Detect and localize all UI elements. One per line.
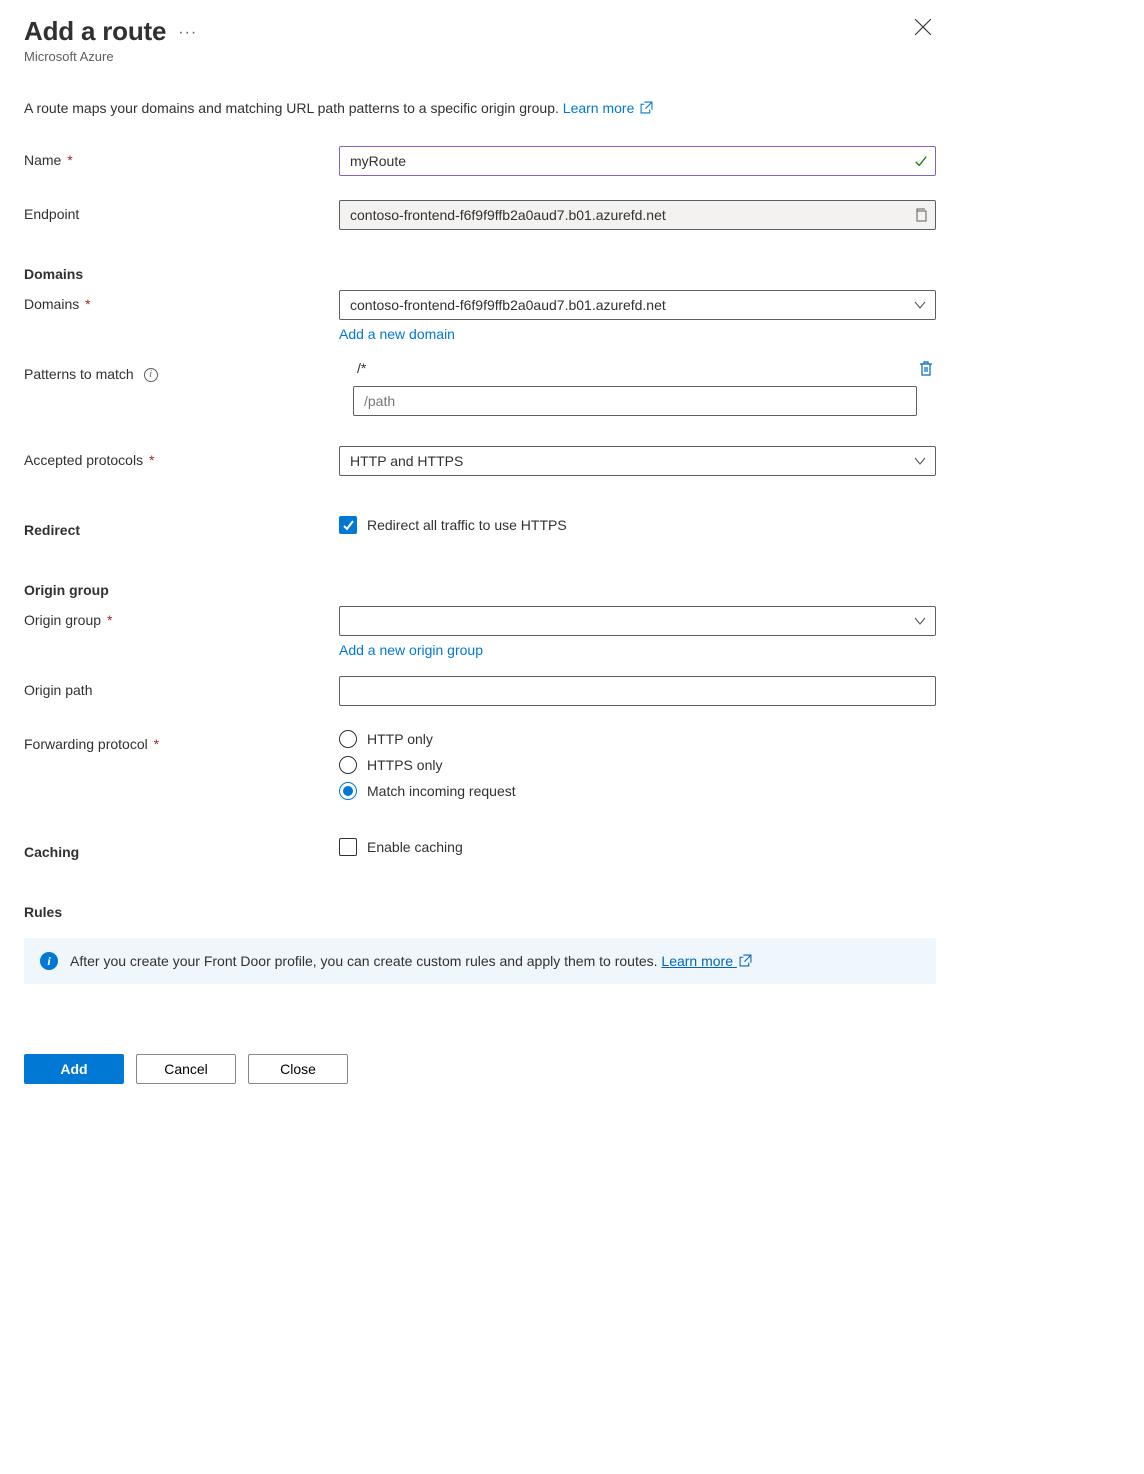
- origin-group-select[interactable]: [339, 606, 936, 636]
- forwarding-protocol-label: Forwarding protocol *: [24, 730, 339, 752]
- chevron-down-icon: [914, 615, 926, 627]
- redirect-label: Redirect: [24, 516, 339, 538]
- endpoint-value: contoso-frontend-f6f9f9ffb2a0aud7.b01.az…: [339, 200, 936, 230]
- external-link-icon: [739, 954, 752, 967]
- close-button[interactable]: Close: [248, 1054, 348, 1084]
- redirect-checkbox-label: Redirect all traffic to use HTTPS: [367, 517, 567, 533]
- page-title: Add a route: [24, 16, 166, 47]
- forwarding-https-radio[interactable]: [339, 756, 357, 774]
- intro-text: A route maps your domains and matching U…: [24, 100, 936, 116]
- name-label: Name *: [24, 146, 339, 168]
- forwarding-http-radio[interactable]: [339, 730, 357, 748]
- delete-icon[interactable]: [918, 360, 934, 376]
- cancel-button[interactable]: Cancel: [136, 1054, 236, 1084]
- origin-group-label: Origin group *: [24, 606, 339, 628]
- close-icon[interactable]: [914, 18, 932, 36]
- accepted-protocols-select[interactable]: HTTP and HTTPS: [339, 446, 936, 476]
- domains-label: Domains *: [24, 290, 339, 312]
- forwarding-http-label: HTTP only: [367, 731, 433, 747]
- caching-checkbox[interactable]: [339, 838, 357, 856]
- rules-section-header: Rules: [24, 904, 936, 920]
- forwarding-https-label: HTTPS only: [367, 757, 442, 773]
- add-domain-link[interactable]: Add a new domain: [339, 326, 455, 342]
- domains-section-header: Domains: [24, 266, 936, 282]
- chevron-down-icon: [914, 455, 926, 467]
- rules-learn-more-link[interactable]: Learn more: [661, 953, 751, 969]
- learn-more-link[interactable]: Learn more: [563, 100, 653, 116]
- origin-path-input[interactable]: [339, 676, 936, 706]
- patterns-label: Patterns to match i: [24, 360, 339, 382]
- origin-path-label: Origin path: [24, 676, 339, 698]
- caching-label: Caching: [24, 838, 339, 860]
- add-button[interactable]: Add: [24, 1054, 124, 1084]
- name-input[interactable]: [339, 146, 936, 176]
- endpoint-label: Endpoint: [24, 200, 339, 222]
- accepted-protocols-label: Accepted protocols *: [24, 446, 339, 468]
- more-actions-icon[interactable]: ···: [178, 24, 197, 42]
- external-link-icon: [640, 101, 653, 114]
- domains-select[interactable]: contoso-frontend-f6f9f9ffb2a0aud7.b01.az…: [339, 290, 936, 320]
- info-icon[interactable]: i: [144, 368, 158, 382]
- chevron-down-icon: [914, 299, 926, 311]
- rules-info-banner: i After you create your Front Door profi…: [24, 938, 936, 984]
- add-origin-group-link[interactable]: Add a new origin group: [339, 642, 483, 658]
- redirect-checkbox[interactable]: [339, 516, 357, 534]
- pattern-input[interactable]: [353, 386, 917, 416]
- copy-icon[interactable]: [914, 208, 928, 222]
- subtitle: Microsoft Azure: [24, 49, 936, 64]
- valid-checkmark-icon: [914, 154, 928, 168]
- origin-section-header: Origin group: [24, 582, 936, 598]
- caching-checkbox-label: Enable caching: [367, 839, 463, 855]
- pattern-item: /*: [339, 360, 910, 376]
- info-icon: i: [40, 952, 58, 970]
- forwarding-match-radio[interactable]: [339, 782, 357, 800]
- forwarding-match-label: Match incoming request: [367, 783, 516, 799]
